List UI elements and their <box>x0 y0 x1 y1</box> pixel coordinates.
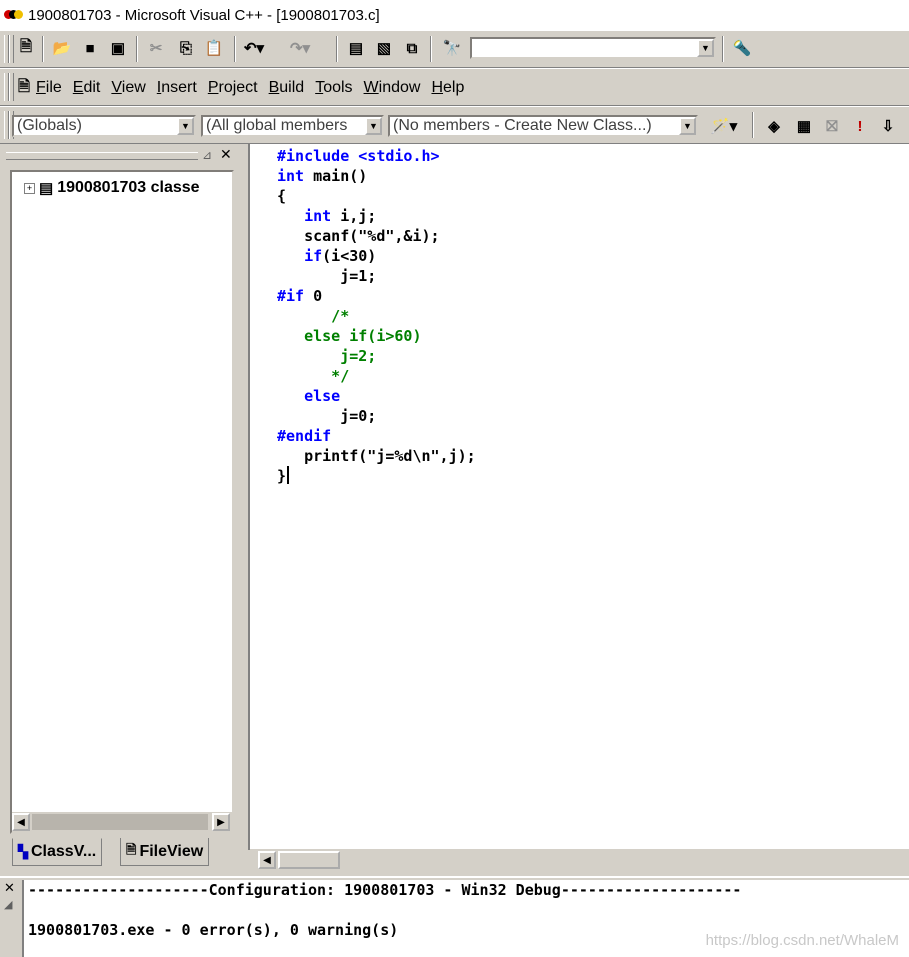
tab-classview-label: ClassV... <box>31 843 97 860</box>
menu-item-insert[interactable]: Insert <box>157 79 197 97</box>
tab-fileview[interactable]: 🗎 FileView <box>120 838 210 866</box>
save-all-icon[interactable]: ▣ <box>106 36 130 60</box>
tree-hscrollbar[interactable]: ◀ ▶ <box>12 811 232 832</box>
chevron-down-icon[interactable]: ▼ <box>697 39 714 57</box>
search-combo[interactable]: ▼ <box>470 37 716 59</box>
class-combo[interactable]: (Globals) ▼ <box>12 115 196 137</box>
new-text-file-icon[interactable]: 🗎 <box>14 36 38 60</box>
editor-hscrollbar[interactable]: ◀ <box>250 848 909 871</box>
window-title: 1900801703 - Microsoft Visual C++ - [190… <box>28 6 380 24</box>
code-line: j=2; <box>277 347 377 365</box>
tree-root[interactable]: + ▤ 1900801703 classe <box>24 179 200 197</box>
close-icon[interactable]: ✕ <box>220 146 232 163</box>
find-icon[interactable]: 🔦 <box>730 36 754 60</box>
menu-item-file[interactable]: File <box>36 79 62 97</box>
tree-root-label: 1900801703 classe <box>57 179 200 196</box>
code-line: /* <box>277 307 350 325</box>
compile-icon[interactable]: ◈ <box>762 114 786 138</box>
app-icon <box>4 8 24 22</box>
classview-icon: ▚ <box>18 844 28 859</box>
class-combo-value: (Globals) <box>17 117 82 134</box>
code-line: #include <stdio.h> <box>277 147 440 165</box>
wizard-bar: (Globals) ▼ (All global members ▼ (No me… <box>0 106 909 144</box>
members-combo-value: (No members - Create New Class...) <box>393 117 652 134</box>
execute-icon[interactable]: ! <box>848 114 872 138</box>
code-line: if(i<30) <box>304 247 377 265</box>
code-line: int main() <box>277 167 368 185</box>
output-icon[interactable]: ▧ <box>372 36 396 60</box>
close-icon[interactable]: ✕ <box>4 880 15 896</box>
wizard-action-icon[interactable]: 🪄▾ <box>704 114 744 138</box>
paste-icon[interactable]: 📋 <box>202 36 226 60</box>
copy-icon[interactable]: ⎘ <box>174 36 198 60</box>
classes-icon: ▤ <box>39 180 54 197</box>
insert-breakpoint-icon[interactable]: ⇩ <box>876 114 900 138</box>
code-line: else if(i>60) <box>277 327 422 345</box>
code-line: #endif <box>277 427 332 445</box>
fileview-icon: 🗎 <box>126 841 137 857</box>
tab-classview[interactable]: ▚ ClassV... <box>12 838 103 866</box>
output-pane: ✕ ◢ --------------------Configuration: 1… <box>0 876 909 957</box>
dock-icon[interactable]: ◢ <box>4 898 12 911</box>
menu-item-project[interactable]: Project <box>208 79 258 97</box>
text-cursor <box>287 466 289 484</box>
code-line: #if 0 <box>277 287 323 305</box>
window-list-icon[interactable]: ⧉ <box>400 36 424 60</box>
code-editor[interactable]: #include <stdio.h> int main() { int i,j; s… <box>248 144 909 850</box>
scroll-track[interactable] <box>32 814 208 830</box>
workspace-icon[interactable]: ▤ <box>344 36 368 60</box>
filter-combo[interactable]: (All global members ▼ <box>201 115 384 137</box>
class-tree: + ▤ 1900801703 classe ◀ ▶ <box>10 170 234 834</box>
members-combo[interactable]: (No members - Create New Class...) ▼ <box>388 115 698 137</box>
cut-icon[interactable]: ✂ <box>144 36 168 60</box>
chevron-down-icon[interactable]: ▼ <box>679 117 696 135</box>
redo-icon[interactable]: ↷▾ <box>288 36 312 60</box>
code-line: j=0; <box>277 407 377 425</box>
menu-item-window[interactable]: Window <box>364 79 421 97</box>
menu-bar: 🗎 File Edit View Insert Project Build Tools Win… <box>0 68 909 106</box>
chevron-down-icon[interactable]: ▼ <box>177 117 194 135</box>
code-line: else <box>304 387 341 405</box>
tab-fileview-label: FileView <box>139 842 204 860</box>
save-icon[interactable]: ■ <box>78 36 102 60</box>
menu-item-view[interactable]: View <box>111 79 145 97</box>
menu-item-build[interactable]: Build <box>269 79 305 97</box>
scroll-left-icon[interactable]: ◀ <box>258 851 276 869</box>
menu-items: File Edit View Insert Project Build Tools Windo… <box>36 69 475 107</box>
build-icon[interactable]: ▦ <box>792 114 816 138</box>
code-line: */ <box>277 367 350 385</box>
scroll-right-icon[interactable]: ▶ <box>212 813 230 831</box>
pane-grip <box>6 152 198 160</box>
code-line: printf("j=%d\n",j); <box>277 447 476 465</box>
expand-icon[interactable]: + <box>24 182 35 194</box>
document-icon: 🗎 <box>17 77 31 95</box>
title-bar: 1900801703 - Microsoft Visual C++ - [190… <box>0 0 909 30</box>
menu-item-edit[interactable]: Edit <box>73 79 101 97</box>
code-line: } <box>277 467 287 485</box>
dock-icon[interactable]: ⊿ <box>202 148 212 162</box>
editor-gutter <box>250 144 274 850</box>
menu-item-tools[interactable]: Tools <box>315 79 352 97</box>
code-line: int i,j; <box>304 207 377 225</box>
open-icon[interactable]: 📂 <box>50 36 74 60</box>
watermark: https://blog.csdn.net/WhaleM <box>705 932 899 949</box>
scroll-left-icon[interactable]: ◀ <box>12 813 30 831</box>
code-line: scanf("%d",&i); <box>277 227 440 245</box>
find-in-files-icon[interactable]: 🔭 <box>440 36 464 60</box>
scroll-thumb[interactable] <box>278 851 340 869</box>
chevron-down-icon[interactable]: ▼ <box>365 117 382 135</box>
code-text[interactable]: #include <stdio.h> int main() { int i,j; s… <box>277 146 476 486</box>
output-line: --------------------Configuration: 19008… <box>28 881 742 899</box>
filter-combo-value: (All global members <box>206 117 348 134</box>
menu-item-help[interactable]: Help <box>431 79 464 97</box>
code-line: j=1; <box>277 267 377 285</box>
stop-build-icon[interactable]: ⛝ <box>820 114 844 138</box>
standard-toolbar: 🗎 📂 ■ ▣ ✂ ⎘ 📋 ↶▾ ↷▾ ▤ ▧ ⧉ 🔭 ▼ 🔦 <box>0 30 909 68</box>
code-line: { <box>277 187 287 205</box>
undo-icon[interactable]: ↶▾ <box>242 36 266 60</box>
